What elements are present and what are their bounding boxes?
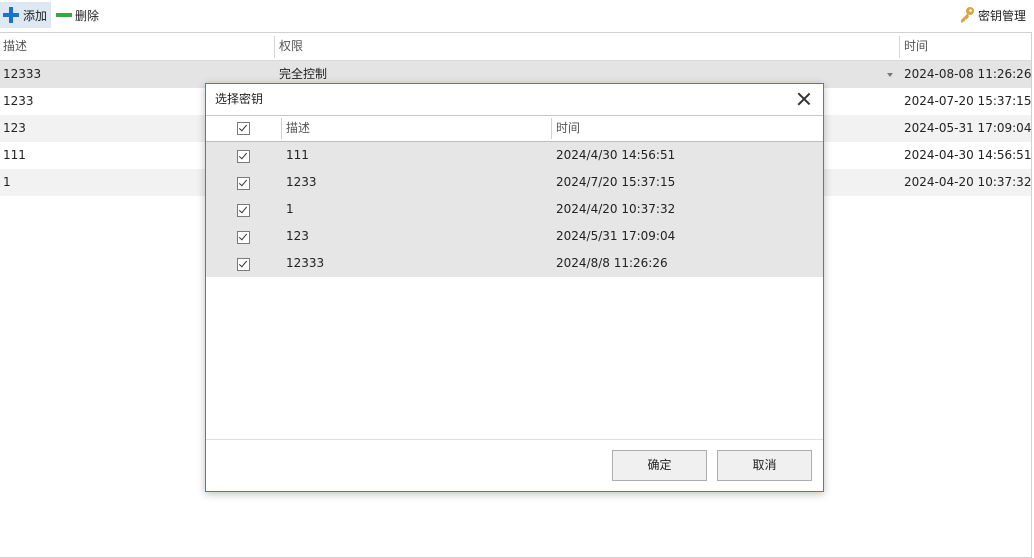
add-button-label: 添加 (23, 8, 48, 23)
column-divider[interactable] (551, 118, 552, 139)
key-icon (960, 7, 974, 23)
dialog-title: 选择密钥 (215, 92, 264, 106)
ok-button[interactable]: 确定 (612, 450, 707, 481)
add-button[interactable]: 添加 (0, 2, 52, 28)
row-time: 2024-05-31 17:09:04 (904, 121, 1032, 135)
item-description: 1 (286, 202, 294, 216)
item-time: 2024/7/20 15:37:15 (556, 175, 676, 189)
row-time: 2024-04-30 14:56:51 (904, 148, 1032, 162)
dropdown-arrow-icon[interactable] (887, 73, 893, 77)
item-description: 1233 (286, 175, 317, 189)
dialog-list-header: 描述 时间 (206, 116, 823, 142)
cancel-button[interactable]: 取消 (717, 450, 812, 481)
list-item[interactable]: 111 2024/4/30 14:56:51 (206, 142, 823, 169)
plus-icon (2, 6, 20, 24)
key-select-list: 描述 时间 111 2024/4/30 14:56:51 1233 2024/7… (206, 116, 823, 440)
grid-header: 描述 权限 时间 (0, 33, 1031, 61)
column-header-time[interactable]: 时间 (556, 116, 580, 141)
delete-button[interactable]: 删除 (54, 2, 103, 28)
row-checkbox[interactable] (237, 150, 250, 163)
row-checkbox[interactable] (237, 204, 250, 217)
column-header-permission[interactable]: 权限 (276, 33, 303, 60)
column-header-description[interactable]: 描述 (286, 116, 310, 141)
item-description: 123 (286, 229, 309, 243)
column-divider[interactable] (281, 118, 282, 139)
key-manage-label: 密钥管理 (977, 8, 1026, 23)
list-item[interactable]: 12333 2024/8/8 11:26:26 (206, 250, 823, 277)
key-manage-button[interactable]: 密钥管理 (957, 2, 1030, 28)
item-description: 12333 (286, 256, 325, 270)
list-item[interactable]: 123 2024/5/31 17:09:04 (206, 223, 823, 250)
item-time: 2024/4/30 14:56:51 (556, 148, 676, 162)
column-header-time[interactable]: 时间 (901, 33, 928, 60)
column-divider[interactable] (274, 36, 275, 58)
row-time: 2024-07-20 15:37:15 (904, 94, 1032, 108)
dialog-title-bar[interactable]: 选择密钥 (206, 84, 823, 116)
row-description: 12333 (3, 67, 42, 81)
column-header-description[interactable]: 描述 (0, 33, 27, 60)
minus-icon (56, 7, 72, 23)
row-description: 1233 (3, 94, 34, 108)
item-time: 2024/4/20 10:37:32 (556, 202, 676, 216)
select-key-dialog: 选择密钥 描述 时间 111 2024/4/30 14:56:51 1233 2… (205, 83, 824, 492)
item-time: 2024/8/8 11:26:26 (556, 256, 668, 270)
list-item[interactable]: 1233 2024/7/20 15:37:15 (206, 169, 823, 196)
select-all-checkbox[interactable] (237, 122, 250, 135)
toolbar: 添加 删除 密钥管理 (0, 0, 1034, 31)
row-checkbox[interactable] (237, 258, 250, 271)
row-description: 123 (3, 121, 26, 135)
row-time: 2024-04-20 10:37:32 (904, 175, 1032, 189)
row-checkbox[interactable] (237, 231, 250, 244)
delete-button-label: 删除 (75, 8, 100, 23)
item-time: 2024/5/31 17:09:04 (556, 229, 676, 243)
close-icon[interactable] (797, 92, 811, 106)
list-item[interactable]: 1 2024/4/20 10:37:32 (206, 196, 823, 223)
item-description: 111 (286, 148, 309, 162)
column-divider[interactable] (899, 36, 900, 58)
row-description: 111 (3, 148, 26, 162)
row-time: 2024-08-08 11:26:26 (904, 67, 1032, 81)
row-checkbox[interactable] (237, 177, 250, 190)
row-description: 1 (3, 175, 11, 189)
